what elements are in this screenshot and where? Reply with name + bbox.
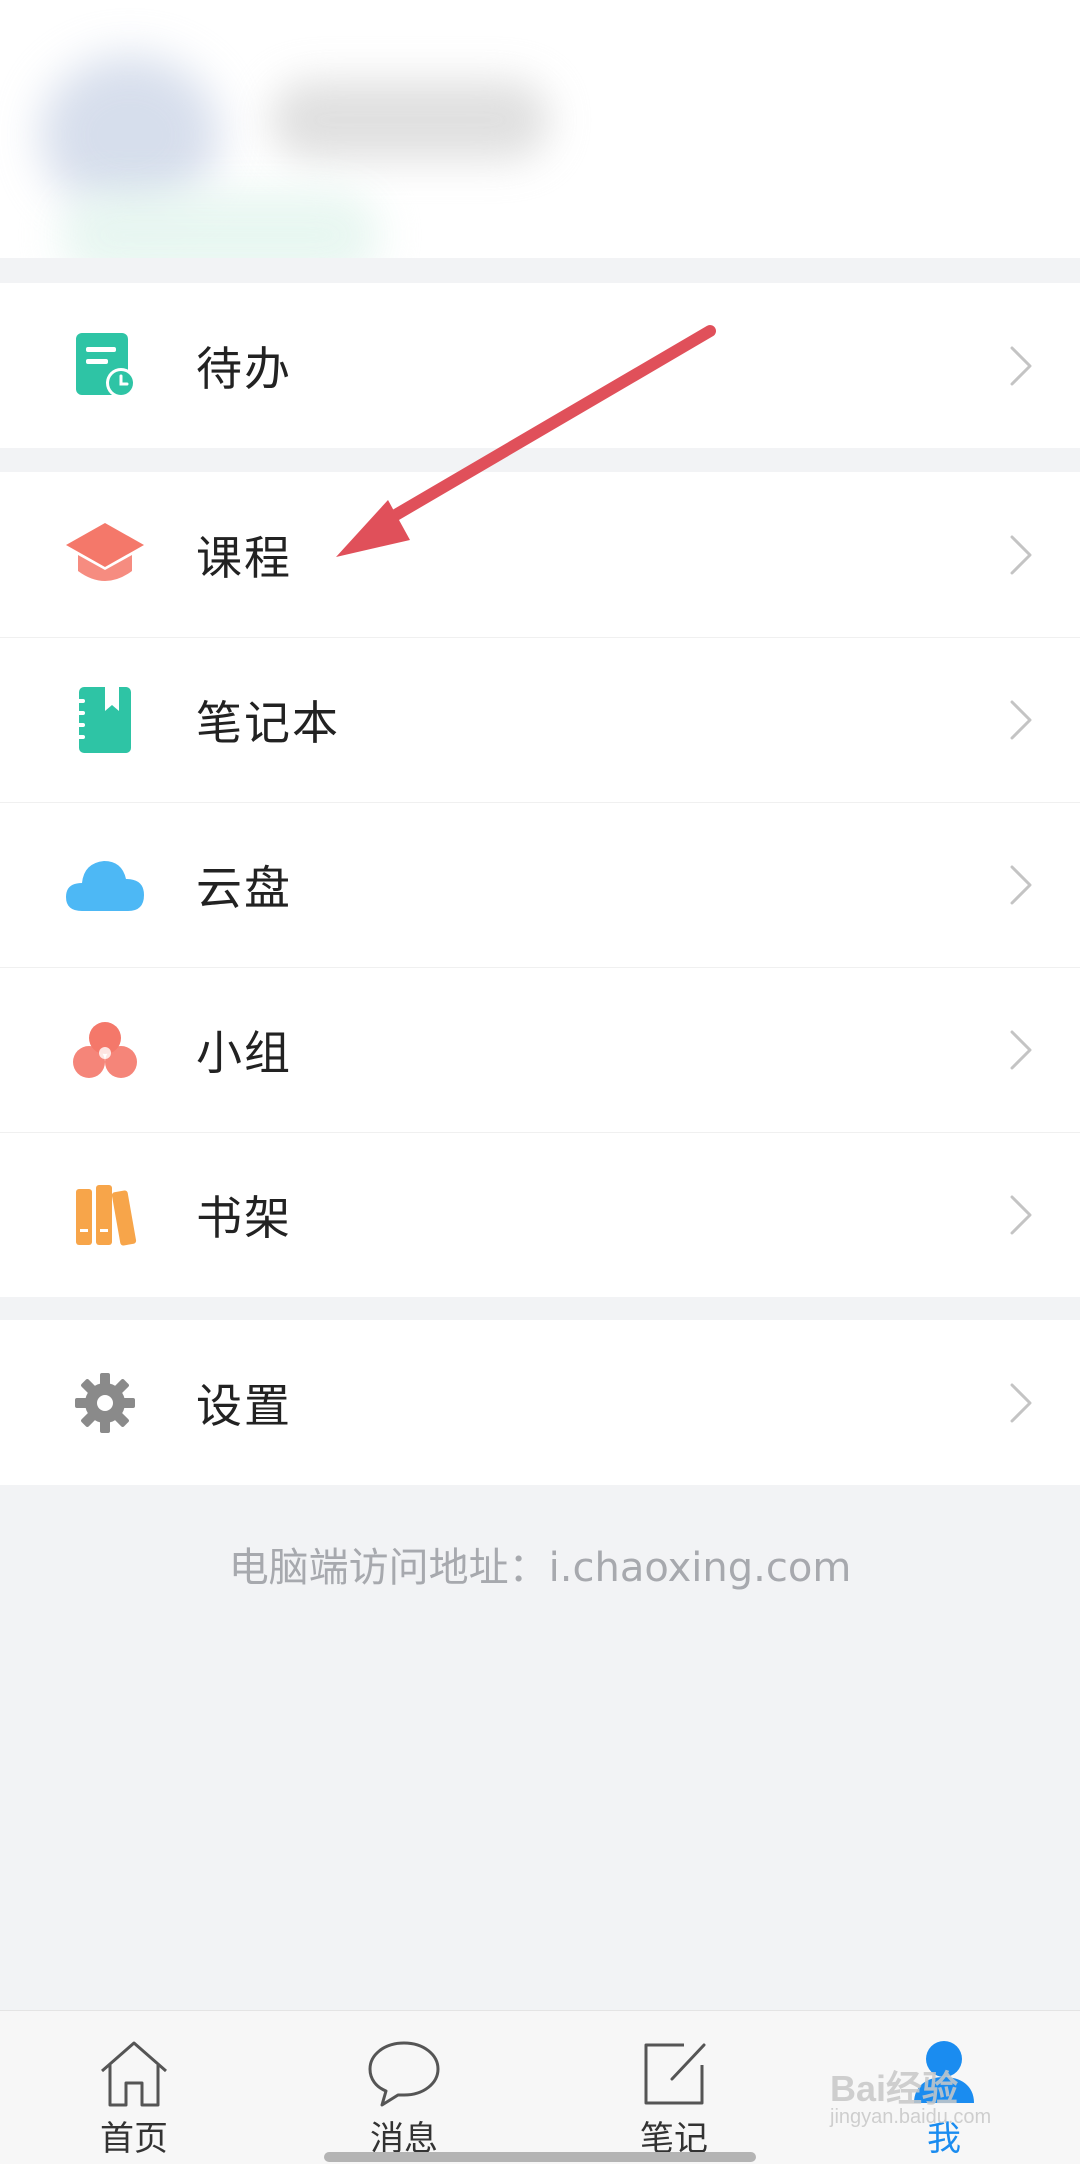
menu-item-course[interactable]: 课程 (0, 472, 1080, 637)
chevron-right-icon (1010, 535, 1032, 574)
menu-item-label: 小组 (196, 1025, 292, 1080)
chevron-right-icon (1010, 1195, 1032, 1234)
profile-header[interactable] (0, 0, 1080, 258)
profile-name-blurred (270, 80, 550, 160)
me-page: 待办 课程 笔记本 云盘 小组 书架 设置 电脑端访问地址：i.chaoxing… (0, 0, 1080, 2164)
menu-item-label: 课程 (196, 530, 292, 585)
menu-item-label: 待办 (196, 341, 292, 396)
watermark-site: jingyan.baidu.com (830, 2106, 992, 2128)
menu-item-label: 设置 (196, 1378, 292, 1433)
group-circles-icon (60, 1005, 150, 1095)
tab-home[interactable]: 首页 (34, 2011, 234, 2164)
chevron-right-icon (1010, 1383, 1032, 1422)
menu-group-settings: 设置 (0, 1320, 1080, 1485)
home-indicator[interactable] (324, 2152, 756, 2162)
notebook-icon (60, 675, 150, 765)
chevron-right-icon (1010, 1030, 1032, 1069)
chevron-right-icon (1010, 346, 1032, 385)
menu-item-bookshelf[interactable]: 书架 (0, 1132, 1080, 1297)
cloud-icon (60, 840, 150, 930)
watermark-brand: Bai经验 (830, 2068, 959, 2109)
menu-group-todo: 待办 (0, 283, 1080, 448)
menu-item-group[interactable]: 小组 (0, 967, 1080, 1132)
edit-note-icon (644, 2043, 706, 2105)
graduation-cap-icon (60, 510, 150, 600)
chevron-right-icon (1010, 865, 1032, 904)
menu-item-label: 笔记本 (196, 695, 340, 750)
menu-item-settings[interactable]: 设置 (0, 1320, 1080, 1485)
chevron-right-icon (1010, 700, 1032, 739)
tab-label: 首页 (100, 2119, 168, 2159)
menu-group-main: 课程 笔记本 云盘 小组 书架 (0, 472, 1080, 1297)
bookshelf-icon (60, 1170, 150, 1260)
web-access-address: 电脑端访问地址：i.chaoxing.com (228, 1545, 852, 1591)
menu-item-label: 书架 (196, 1190, 292, 1245)
profile-blur-decoration (60, 190, 380, 258)
tab-notes[interactable]: 笔记 (574, 2011, 774, 2164)
menu-item-label: 云盘 (196, 860, 292, 915)
menu-item-cloud[interactable]: 云盘 (0, 802, 1080, 967)
menu-item-notebook[interactable]: 笔记本 (0, 637, 1080, 802)
chat-bubble-icon (368, 2041, 440, 2107)
todo-clock-icon (60, 321, 150, 411)
home-icon (101, 2041, 167, 2107)
gear-icon (60, 1358, 150, 1448)
tab-messages[interactable]: 消息 (304, 2011, 504, 2164)
menu-item-todo[interactable]: 待办 (0, 283, 1080, 448)
